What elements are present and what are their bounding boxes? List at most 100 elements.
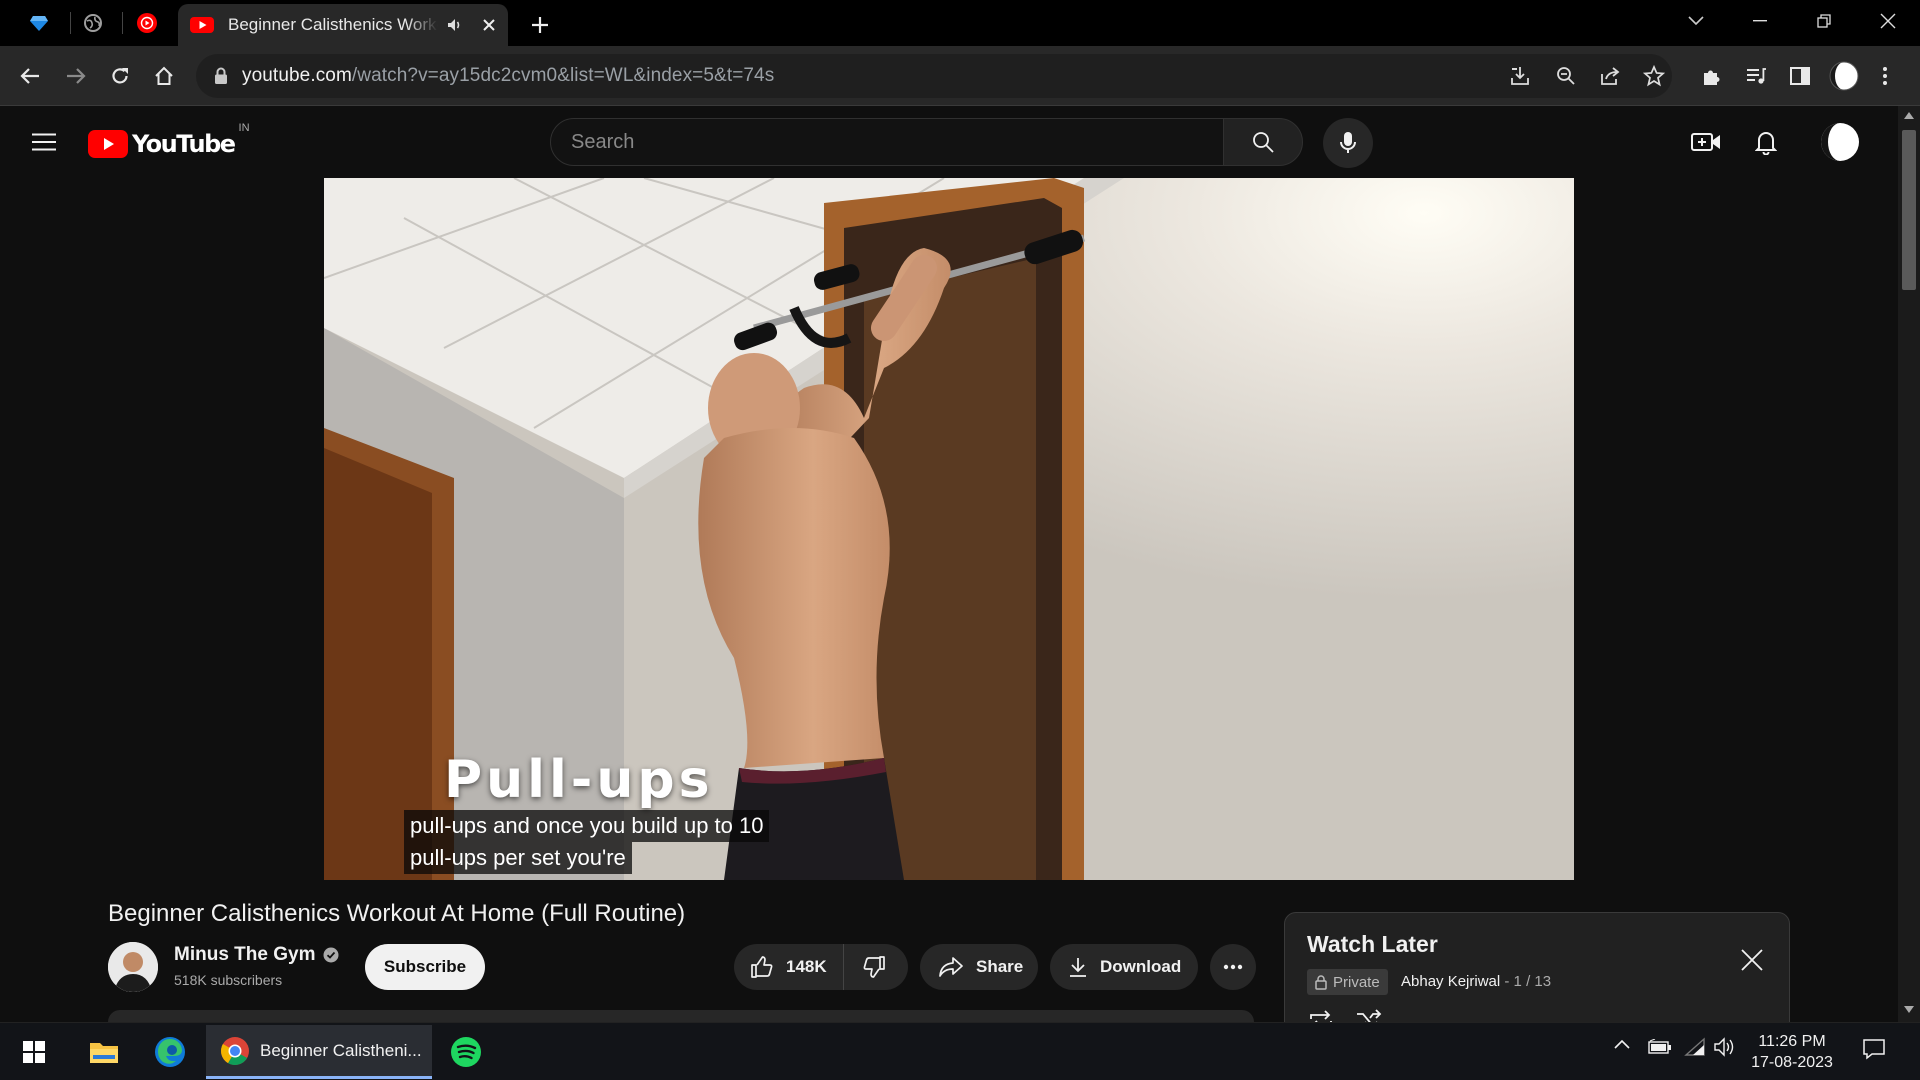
channel-name[interactable]: Minus The Gym <box>174 944 339 966</box>
video-title: Beginner Calisthenics Workout At Home (F… <box>108 900 686 927</box>
media-control-button[interactable] <box>1736 56 1776 96</box>
taskbar-clock[interactable]: 11:26 PM 17-08-2023 <box>1744 1031 1840 1073</box>
diamond-icon <box>29 13 49 33</box>
guide-menu-button[interactable] <box>26 124 62 160</box>
wifi-icon <box>1684 1037 1706 1057</box>
close-icon <box>1741 949 1763 971</box>
more-actions-button[interactable] <box>1210 944 1256 990</box>
pinned-tab-globe[interactable] <box>66 6 120 40</box>
dislike-button[interactable] <box>844 955 904 979</box>
lock-icon <box>1315 974 1327 990</box>
audio-playing-icon[interactable] <box>446 16 464 34</box>
create-button[interactable] <box>1688 124 1724 160</box>
puzzle-icon <box>1701 65 1723 87</box>
youtube-header: YouTube IN <box>0 106 1898 178</box>
forward-button[interactable] <box>56 56 96 96</box>
battery-icon <box>1648 1039 1672 1055</box>
close-tab-icon[interactable] <box>482 18 496 32</box>
taskbar-chrome-window[interactable]: Beginner Calistheni... <box>206 1025 432 1079</box>
search-input[interactable] <box>571 130 1171 154</box>
restore-button[interactable] <box>1796 0 1852 42</box>
subscriber-count: 518K subscribers <box>174 972 283 988</box>
install-icon <box>1509 65 1531 87</box>
install-app-button[interactable] <box>1500 56 1540 96</box>
pinned-tab-diamond[interactable] <box>12 6 66 40</box>
share-button[interactable]: Share <box>920 944 1038 990</box>
profile-avatar <box>1829 61 1859 91</box>
account-button[interactable] <box>1820 122 1860 162</box>
battery-status[interactable] <box>1648 1039 1672 1055</box>
show-hidden-icons-button[interactable] <box>1614 1039 1630 1049</box>
chrome-menu-button[interactable] <box>1870 56 1900 96</box>
star-icon <box>1643 65 1665 87</box>
action-center-button[interactable] <box>1862 1037 1886 1061</box>
profile-button[interactable] <box>1824 56 1864 96</box>
bookmark-button[interactable] <box>1634 56 1674 96</box>
zoom-button[interactable] <box>1546 56 1586 96</box>
privacy-label: Private <box>1333 973 1380 991</box>
taskbar-edge[interactable] <box>146 1029 194 1075</box>
channel-name-text[interactable]: Minus The Gym <box>174 944 315 966</box>
back-button[interactable] <box>10 56 50 96</box>
like-button[interactable]: 148K <box>734 944 844 990</box>
channel-avatar[interactable] <box>108 942 158 992</box>
share-page-button[interactable] <box>1590 56 1630 96</box>
closed-captions: pull-ups and once you build up to 10 pul… <box>404 810 770 874</box>
voice-search-button[interactable] <box>1323 118 1373 168</box>
playlist-position: - 1 / 13 <box>1504 973 1552 990</box>
notifications-button[interactable] <box>1748 124 1784 160</box>
video-overlay-title: Pull-ups <box>444 750 714 810</box>
tab-active[interactable]: Beginner Calisthenics Workout At Home (F… <box>178 4 508 46</box>
clock-time: 11:26 PM <box>1758 1033 1826 1050</box>
taskbar-file-explorer[interactable] <box>80 1029 128 1075</box>
scrollbar-thumb[interactable] <box>1902 130 1916 290</box>
minimize-button[interactable] <box>1732 0 1788 42</box>
search-button[interactable] <box>1223 118 1303 166</box>
close-window-button[interactable] <box>1860 0 1916 42</box>
reload-button[interactable] <box>100 56 140 96</box>
taskbar-spotify[interactable] <box>442 1029 490 1075</box>
new-tab-button[interactable] <box>524 10 556 40</box>
extensions-button[interactable] <box>1692 56 1732 96</box>
search-icon <box>1251 130 1275 154</box>
video-player[interactable]: Pull-ups pull-ups and once you build up … <box>324 178 1574 880</box>
address-bar[interactable]: youtube.com/watch?v=ay15dc2cvm0&list=WL&… <box>196 54 1672 98</box>
scroll-up-arrow-icon[interactable] <box>1904 112 1914 119</box>
close-playlist-button[interactable] <box>1741 949 1763 971</box>
playlist-owner: Abhay Kejriwal - 1 / 13 <box>1401 973 1551 990</box>
browser-tab-strip: Beginner Calisthenics Workout At Home (F… <box>0 0 1920 46</box>
notification-center-icon <box>1862 1037 1886 1061</box>
like-dislike-group: 148K <box>734 944 908 990</box>
zoom-out-icon <box>1556 66 1576 86</box>
folder-icon <box>89 1039 119 1065</box>
youtube-logo[interactable]: YouTube IN <box>88 122 250 158</box>
side-panel-icon <box>1790 67 1810 85</box>
pinned-tab-youtube-music[interactable] <box>120 6 174 40</box>
scroll-down-arrow-icon[interactable] <box>1904 1006 1914 1013</box>
verified-badge-icon <box>323 947 339 963</box>
spotify-icon <box>450 1036 482 1068</box>
account-avatar <box>1820 122 1860 162</box>
download-label: Download <box>1100 957 1182 976</box>
page-scrollbar[interactable] <box>1898 106 1920 1022</box>
chevron-down-icon <box>1688 16 1704 26</box>
chrome-icon <box>220 1036 250 1066</box>
plus-icon <box>531 16 549 34</box>
lock-icon[interactable] <box>214 67 228 85</box>
subscribe-button[interactable]: Subscribe <box>365 944 485 990</box>
tab-search-button[interactable] <box>1668 0 1724 42</box>
home-button[interactable] <box>144 56 184 96</box>
thumbs-up-icon <box>750 955 774 979</box>
volume-control[interactable] <box>1714 1037 1736 1057</box>
like-count: 148K <box>786 957 827 976</box>
thumbs-down-icon <box>862 955 886 979</box>
start-button[interactable] <box>10 1029 58 1075</box>
playlist-owner-name[interactable]: Abhay Kejriwal <box>1401 973 1500 990</box>
playlist-title[interactable]: Watch Later <box>1307 931 1438 958</box>
download-button[interactable]: Download <box>1050 944 1198 990</box>
url-text[interactable]: youtube.com/watch?v=ay15dc2cvm0&list=WL&… <box>242 65 774 87</box>
reload-icon <box>110 66 130 86</box>
speaker-icon <box>1714 1037 1736 1057</box>
side-panel-button[interactable] <box>1780 56 1820 96</box>
network-status[interactable] <box>1684 1037 1706 1057</box>
